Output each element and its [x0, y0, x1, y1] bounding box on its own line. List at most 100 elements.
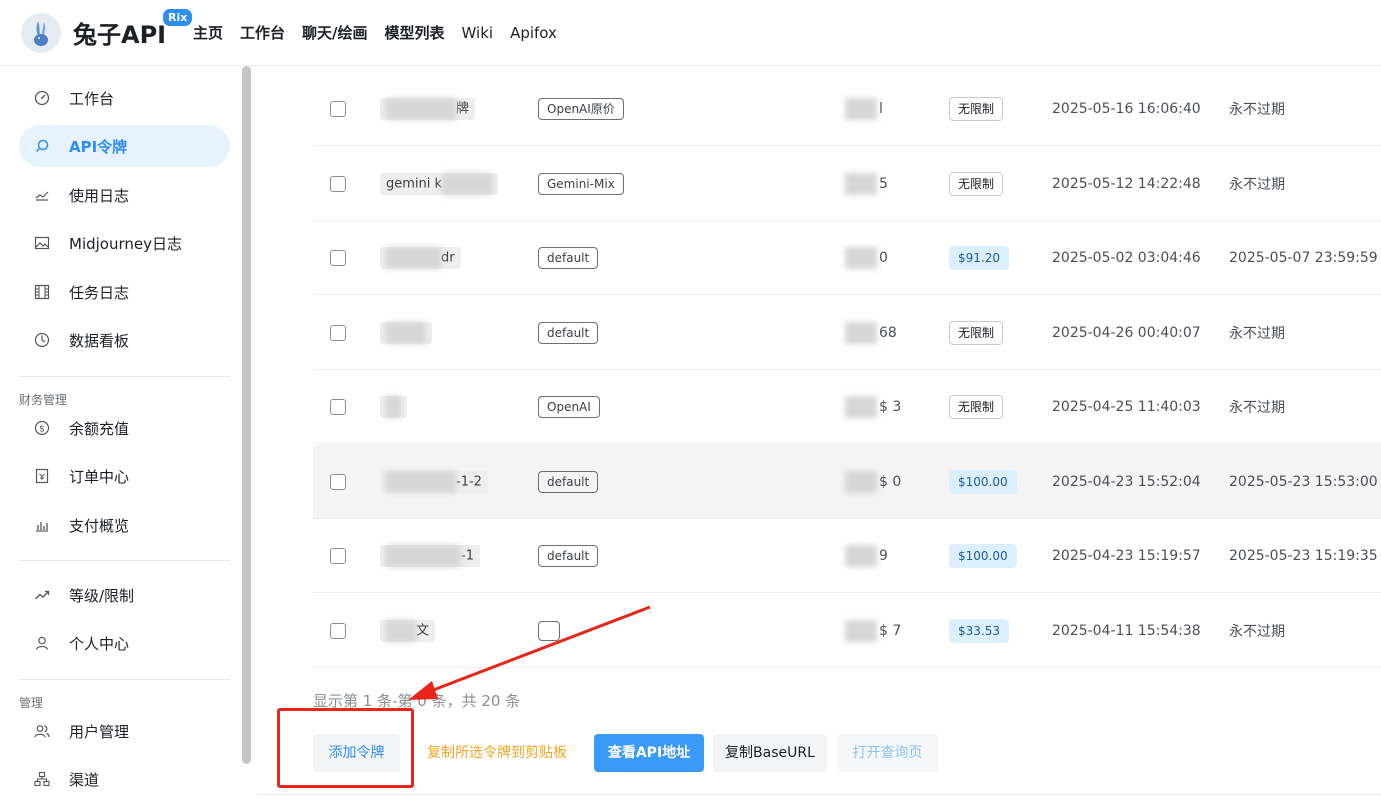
sidebar-item-label: 等级/限制	[69, 586, 135, 605]
copy-base-url-button[interactable]: 复制BaseURL	[713, 734, 827, 772]
sidebar-scrollbar[interactable]	[242, 66, 251, 764]
sidebar-item-label: 支付概览	[69, 516, 130, 535]
group-cell: default	[538, 519, 599, 593]
user-icon	[34, 635, 50, 651]
nav-home[interactable]: 主页	[193, 23, 223, 43]
row-checkbox[interactable]	[330, 473, 346, 490]
sidebar-item-label: 用户管理	[69, 722, 130, 741]
remaining-quota-cell: 无限制	[949, 147, 1004, 221]
redacted-text	[386, 247, 441, 269]
quota-tag: 无限制	[949, 97, 1004, 121]
sidebar-item-workspace[interactable]: 工作台	[19, 77, 230, 119]
sidebar-item-channels[interactable]: 渠道	[19, 758, 230, 800]
sidebar-item-midjourney-log[interactable]: Midjourney日志	[19, 222, 230, 264]
row-checkbox[interactable]	[330, 101, 346, 117]
expire-time: 2025-05-23 15:19:35	[1229, 548, 1378, 564]
used-quota-cell: $ 3	[845, 370, 901, 444]
sidebar-item-level-limit[interactable]: 等级/限制	[19, 574, 230, 616]
sidebar-item-data-board[interactable]: 数据看板	[19, 319, 230, 361]
token-name: dr	[380, 247, 461, 269]
sidebar-item-usage-log[interactable]: 使用日志	[19, 174, 230, 216]
rabbit-logo-icon[interactable]	[21, 13, 61, 53]
nav-workspace[interactable]: 工作台	[240, 23, 285, 43]
token-name-cell: -1-2	[380, 445, 488, 519]
sidebar-item-user-management[interactable]: 用户管理	[19, 710, 230, 752]
remaining-quota-cell: $91.20	[949, 221, 1009, 295]
group-tag: default	[538, 470, 599, 493]
created-time: 2025-04-26 00:40:07	[1052, 324, 1201, 341]
quota-tag: 无限制	[949, 320, 1004, 345]
token-name-text: dr	[441, 250, 455, 266]
table-row[interactable]: gemini k Gemini-Mix 5 无限制 2025-05-12 14:22:4…	[313, 147, 1381, 221]
table-row[interactable]: default 68 无限制 2025-04-26 00:40:07 永不过期	[313, 296, 1381, 370]
table-row[interactable]: dr default 0 $91.20 2025-05-02 03:04:46 2025-…	[313, 221, 1381, 295]
group-title-finance: 财务管理	[19, 393, 68, 407]
row-checkbox[interactable]	[330, 175, 346, 192]
row-select-cell	[330, 221, 346, 295]
used-quota-cell: $ 7	[845, 594, 901, 668]
used-quota-text: $ 3	[879, 399, 902, 415]
row-checkbox[interactable]	[330, 548, 346, 564]
row-select-cell	[330, 519, 346, 593]
table-row[interactable]: -1 default 9 $100.00 2025-04-23 15:19:57 2025…	[313, 519, 1381, 593]
token-name-cell	[380, 296, 432, 370]
group-cell: OpenAI原价	[538, 72, 624, 146]
used-quota-text: $ 7	[879, 622, 902, 639]
used-quota-cell: 5	[845, 147, 888, 221]
sidebar-item-profile[interactable]: 个人中心	[19, 622, 230, 664]
created-time: 2025-05-16 16:06:40	[1052, 101, 1201, 117]
divider	[19, 560, 230, 561]
table-row[interactable]: 牌 OpenAI原价 l 无限制 2025-05-16 16:06:40 永不过期	[313, 72, 1381, 146]
divider	[19, 376, 230, 377]
sidebar-item-label: 余额充值	[69, 419, 130, 438]
row-checkbox[interactable]	[330, 324, 346, 341]
sidebar-item-recharge[interactable]: $ 余额充值	[19, 407, 230, 449]
redacted-text	[845, 98, 877, 120]
film-icon	[34, 284, 50, 300]
svg-text:$: $	[39, 425, 45, 435]
view-api-address-button[interactable]: 查看API地址	[594, 734, 704, 772]
nav-models[interactable]: 模型列表	[385, 23, 445, 43]
open-query-page-button[interactable]: 打开查询页	[837, 734, 938, 772]
copy-selected-tokens-button[interactable]: 复制所选令牌到剪贴板	[410, 734, 584, 772]
token-name-text: -1	[461, 548, 474, 564]
table-row[interactable]: OpenAI $ 3 无限制 2025-04-25 11:40:03 永不过期	[313, 370, 1381, 444]
token-name	[380, 321, 432, 344]
sitemap-icon	[34, 771, 50, 787]
row-checkbox[interactable]	[330, 622, 346, 639]
quota-tag: $100.00	[949, 544, 1017, 568]
created-time: 2025-04-23 15:19:57	[1052, 548, 1201, 564]
image-icon	[34, 235, 50, 251]
redacted-text	[386, 98, 456, 120]
sidebar-item-orders[interactable]: 订单中心	[19, 455, 230, 497]
created-time: 2025-05-12 14:22:48	[1052, 175, 1201, 192]
redacted-text	[845, 172, 877, 195]
quota-tag: $33.53	[949, 618, 1009, 643]
token-name-cell: 文	[380, 594, 436, 668]
redacted-text	[386, 619, 416, 642]
nav-chat[interactable]: 聊天/绘画	[302, 23, 367, 43]
used-quota-cell: l	[845, 72, 883, 146]
sidebar-item-api-tokens[interactable]: API令牌	[19, 125, 230, 167]
quota-tag: $100.00	[949, 469, 1017, 494]
table-row[interactable]: 文 $ 7 $33.53 2025-04-11 15:54:38 永不过期	[313, 594, 1381, 668]
row-checkbox[interactable]	[330, 399, 346, 415]
used-quota-cell: 9	[845, 519, 888, 593]
table-row[interactable]: -1-2 default $ 0 $100.00 2025-04-23 15:52:04…	[313, 444, 1381, 519]
nav-apifox[interactable]: Apifox	[510, 23, 557, 43]
sidebar-item-label: 渠道	[69, 770, 100, 789]
expire-time: 2025-05-23 15:53:00	[1229, 473, 1378, 490]
brand-name[interactable]: 兔子API	[73, 15, 166, 50]
sidebar-item-label: API令牌	[69, 137, 128, 156]
row-checkbox[interactable]	[330, 250, 346, 266]
token-name-cell	[380, 370, 407, 444]
sidebar-item-task-log[interactable]: 任务日志	[19, 271, 230, 313]
sidebar-item-payment-overview[interactable]: 支付概览	[19, 504, 230, 546]
group-tag: default	[538, 321, 599, 344]
redacted-text	[845, 545, 877, 567]
bar-chart-icon	[34, 517, 50, 533]
group-tag: default	[538, 545, 599, 567]
used-quota-text: 68	[879, 324, 897, 341]
used-quota-cell: 68	[845, 296, 897, 370]
nav-wiki[interactable]: Wiki	[462, 23, 494, 43]
